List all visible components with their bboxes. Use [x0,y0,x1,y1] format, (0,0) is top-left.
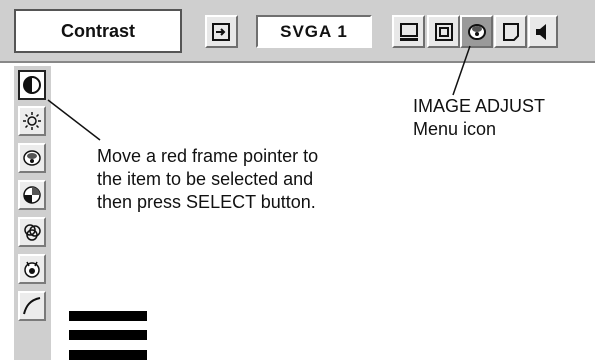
pointer-instruction-line1: Move a red frame pointer to [97,146,319,166]
color-balance-icon [24,224,41,241]
white-balance-item[interactable] [18,254,46,284]
brightness-item[interactable] [18,106,46,136]
pc-adjust-icon [399,22,418,41]
input-select-icon [211,22,230,41]
screen-button[interactable] [427,15,460,48]
side-menu [14,66,51,360]
image-adjust-button[interactable] [460,15,493,48]
menu-icon-callout-line1: IMAGE ADJUST [413,96,546,116]
bar [69,330,147,340]
color-item[interactable] [18,143,46,173]
menu-icon-callout: IMAGE ADJUST Menu icon [413,95,545,141]
input-select-button[interactable] [205,15,238,48]
brightness-icon [23,112,41,130]
image-select-icon [502,22,519,41]
image-select-button[interactable] [494,15,527,48]
pointer-instruction: Move a red frame pointer to the item to … [97,145,318,214]
contrast-icon [23,76,41,94]
pointer-instruction-line3: then press SELECT button. [97,192,316,212]
color-balance-item[interactable] [18,217,46,247]
pc-adjust-button[interactable] [392,15,425,48]
menu-title: Contrast [14,9,182,53]
pointer-callout-line [47,99,101,141]
menu-bar: Contrast SVGA 1 [0,0,595,63]
color-icon [23,150,41,166]
screen-icon [434,22,453,41]
tint-item[interactable] [18,180,46,210]
contrast-item[interactable] [18,70,46,100]
gamma-icon [23,297,41,315]
gamma-item[interactable] [18,291,46,321]
bar [69,311,147,321]
bar [69,350,147,360]
tint-icon [23,186,41,204]
white-balance-icon [24,261,40,278]
menu-icon-callout-line2: Menu icon [413,119,497,139]
input-source-display: SVGA 1 [256,15,372,48]
sound-button[interactable] [528,15,558,48]
sound-icon [536,23,546,40]
image-adjust-icon [467,23,486,40]
pointer-instruction-line2: the item to be selected and [97,169,314,189]
